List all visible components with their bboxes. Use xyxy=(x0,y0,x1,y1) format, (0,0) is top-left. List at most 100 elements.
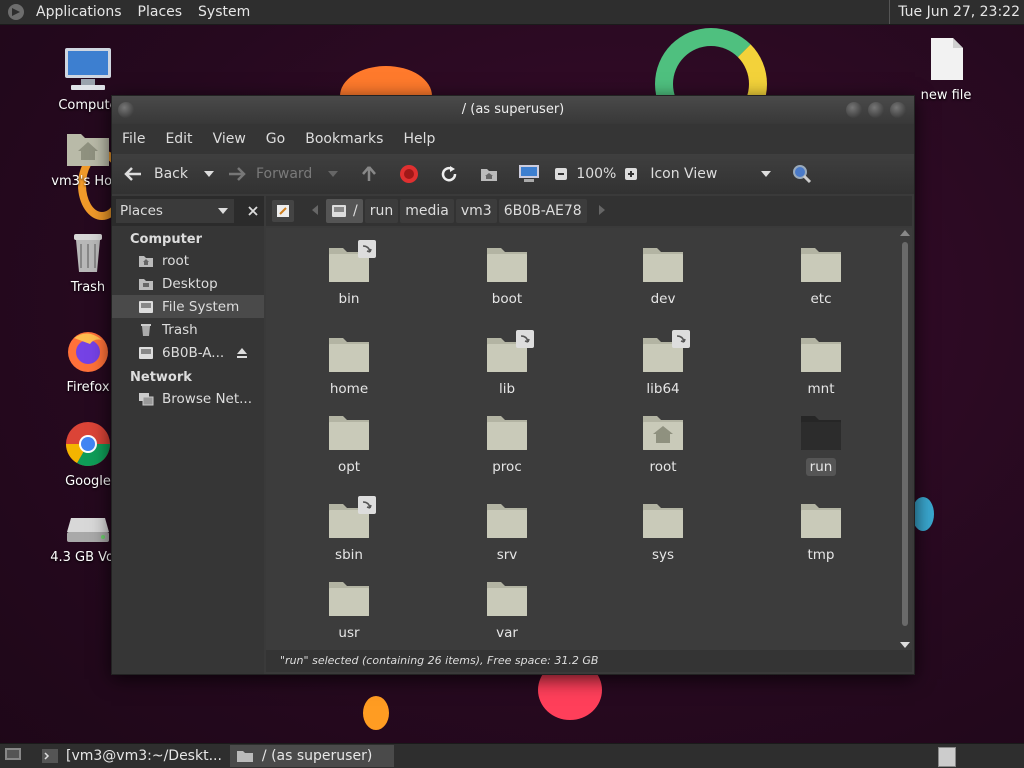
file-item-label: sys xyxy=(651,547,675,563)
file-item-lib[interactable]: lib xyxy=(452,330,562,398)
folder-icon xyxy=(801,504,841,538)
file-item-label: srv xyxy=(496,547,518,563)
back-label: Back xyxy=(154,166,188,182)
window-menu-button[interactable] xyxy=(118,102,134,118)
scrollbar-thumb[interactable] xyxy=(902,242,908,626)
system-menu[interactable]: System xyxy=(190,0,258,24)
computer-icon xyxy=(65,48,111,90)
file-item-sys[interactable]: sys xyxy=(608,500,718,564)
sidebar-item-browse-network[interactable]: Browse Net... xyxy=(112,387,264,410)
file-item-srv[interactable]: srv xyxy=(452,500,562,564)
menu-file[interactable]: File xyxy=(112,131,155,147)
file-item-etc[interactable]: etc xyxy=(766,244,876,308)
window-titlebar[interactable]: / (as superuser) xyxy=(112,96,914,124)
forward-button[interactable]: Forward xyxy=(226,163,312,185)
file-item-opt[interactable]: opt xyxy=(294,412,404,476)
file-item-label: proc xyxy=(492,459,522,475)
view-mode-select[interactable]: Icon View xyxy=(650,166,717,182)
file-item-home[interactable]: home xyxy=(294,334,404,398)
scroll-up-icon[interactable] xyxy=(900,230,910,236)
sidebar-item-root[interactable]: root xyxy=(112,249,264,272)
menu-help[interactable]: Help xyxy=(393,131,445,147)
sidebar-header: Places xyxy=(112,196,264,226)
sidebar-item-desktop[interactable]: Desktop xyxy=(112,272,264,295)
file-item-run[interactable]: run xyxy=(766,412,876,476)
toolbar: Back Forward 100% Icon View xyxy=(112,154,914,194)
computer-icon[interactable] xyxy=(518,163,540,185)
sidebar-item-label: File System xyxy=(162,298,240,315)
sidebar-item-volume[interactable]: 6B0B-A... xyxy=(112,341,264,364)
pathbar-scroll-right[interactable] xyxy=(598,203,605,219)
folder-icon xyxy=(643,504,683,538)
file-item-root[interactable]: root xyxy=(608,412,718,476)
vertical-scrollbar[interactable] xyxy=(900,230,910,648)
search-icon[interactable] xyxy=(791,163,813,185)
places-menu[interactable]: Places xyxy=(130,0,191,24)
file-item-bin[interactable]: bin xyxy=(294,240,404,308)
home-icon[interactable] xyxy=(478,163,500,185)
wallpaper-blob-teal xyxy=(912,497,934,531)
file-item-var[interactable]: var xyxy=(452,578,562,642)
workspace-switcher[interactable] xyxy=(938,747,956,767)
symlink-badge-icon xyxy=(358,240,376,258)
eject-icon[interactable] xyxy=(236,347,248,359)
show-desktop-button[interactable] xyxy=(4,746,22,766)
file-item-mnt[interactable]: mnt xyxy=(766,334,876,398)
pathbar-scroll-left[interactable] xyxy=(312,203,318,219)
clock[interactable]: Tue Jun 27, 23:22 xyxy=(889,0,1020,24)
folder-icon xyxy=(329,338,369,372)
back-history-dropdown[interactable] xyxy=(198,163,220,185)
window-title: / (as superuser) xyxy=(461,102,565,117)
sidebar-section-network: Network xyxy=(130,370,192,385)
minimize-button[interactable] xyxy=(846,102,862,118)
menu-go[interactable]: Go xyxy=(256,131,295,147)
breadcrumb-run[interactable]: run xyxy=(364,199,399,223)
sidebar-item-file-system[interactable]: File System xyxy=(112,295,264,318)
chevron-left-icon xyxy=(312,205,318,215)
sidebar-item-label: Browse Net... xyxy=(162,390,253,407)
file-item-dev[interactable]: dev xyxy=(608,244,718,308)
taskbar-file-manager[interactable]: / (as superuser) xyxy=(229,745,394,767)
toggle-location-button[interactable] xyxy=(272,200,294,222)
applications-menu[interactable]: Applications xyxy=(28,0,130,24)
maximize-button[interactable] xyxy=(868,102,884,118)
file-item-lib64[interactable]: lib64 xyxy=(608,330,718,398)
scroll-down-icon[interactable] xyxy=(900,642,910,648)
close-button[interactable] xyxy=(890,102,906,118)
sidebar-item-trash[interactable]: Trash xyxy=(112,318,264,341)
up-arrow-icon[interactable] xyxy=(358,163,380,185)
view-mode-dropdown[interactable] xyxy=(755,163,777,185)
file-item-sbin[interactable]: sbin xyxy=(294,496,404,564)
file-item-usr[interactable]: usr xyxy=(294,578,404,642)
stop-icon[interactable] xyxy=(398,163,420,185)
file-item-tmp[interactable]: tmp xyxy=(766,500,876,564)
taskbar-terminal[interactable]: [vm3@vm3:~/Deskt... xyxy=(36,745,228,767)
menu-view[interactable]: View xyxy=(203,131,256,147)
forward-history-dropdown[interactable] xyxy=(322,163,344,185)
breadcrumb-root[interactable]: / xyxy=(326,199,363,223)
desktop-icon-new-file[interactable]: new file xyxy=(900,36,992,103)
file-icon-view[interactable]: bin boot dev etc home lib lib64 mnt opt proc root r… xyxy=(266,228,912,650)
reload-icon[interactable] xyxy=(438,163,460,185)
breadcrumb-vm3[interactable]: vm3 xyxy=(455,199,497,223)
back-button[interactable]: Back xyxy=(122,163,188,185)
zoom-out-icon[interactable] xyxy=(550,163,572,185)
close-sidebar-button[interactable] xyxy=(242,200,264,222)
file-item-proc[interactable]: proc xyxy=(452,412,562,476)
places-selector-label: Places xyxy=(120,203,163,219)
trash-icon xyxy=(141,323,151,336)
close-icon xyxy=(248,206,258,216)
breadcrumb-media[interactable]: media xyxy=(400,199,454,223)
distro-logo-icon[interactable] xyxy=(8,4,24,20)
menu-bookmarks[interactable]: Bookmarks xyxy=(295,131,393,147)
sidebar-item-label: root xyxy=(162,252,190,269)
pathbar: / run media vm3 6B0B-AE78 xyxy=(266,196,912,226)
places-selector[interactable]: Places xyxy=(116,199,235,223)
zoom-in-icon[interactable] xyxy=(620,163,642,185)
menu-edit[interactable]: Edit xyxy=(155,131,202,147)
symlink-badge-icon xyxy=(672,330,690,348)
file-item-label: tmp xyxy=(807,547,835,563)
file-item-label: root xyxy=(649,459,677,475)
file-item-boot[interactable]: boot xyxy=(452,244,562,308)
breadcrumb-volume[interactable]: 6B0B-AE78 xyxy=(498,199,587,223)
